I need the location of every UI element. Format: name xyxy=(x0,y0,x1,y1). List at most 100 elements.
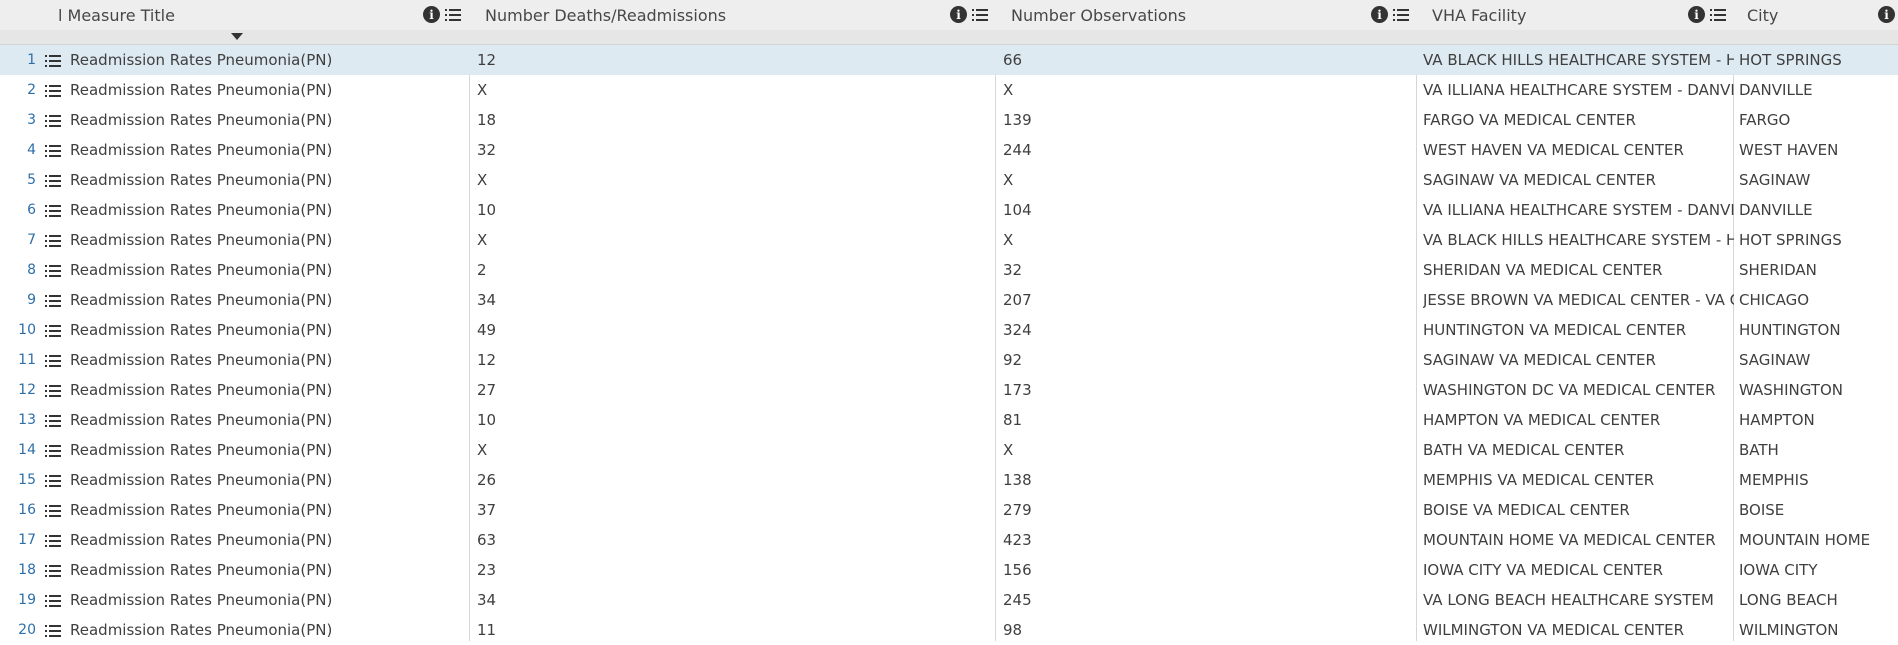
facility-cell: HAMPTON VA MEDICAL CENTER xyxy=(1423,411,1661,429)
column-header-icons: i xyxy=(950,6,988,23)
table-row[interactable]: 18 Readmission Rates Pneumonia(PN) 23 156 IO… xyxy=(0,555,1898,585)
table-row[interactable]: 1 Readmission Rates Pneumonia(PN) 12 66 VA B… xyxy=(0,45,1898,75)
row-number: 11 xyxy=(18,352,36,368)
city-cell: SAGINAW xyxy=(1739,351,1811,369)
table-row[interactable]: 8 Readmission Rates Pneumonia(PN) 2 32 SHERI… xyxy=(0,255,1898,285)
column-header-measure-title[interactable]: l Measure Title xyxy=(58,0,463,30)
table-row[interactable]: 7 Readmission Rates Pneumonia(PN) X X VA BLA… xyxy=(0,225,1898,255)
facility-cell: SHERIDAN VA MEDICAL CENTER xyxy=(1423,261,1663,279)
row-number: 1 xyxy=(27,52,36,68)
measure-title-cell: Readmission Rates Pneumonia(PN) xyxy=(70,531,333,549)
sort-descending-icon[interactable] xyxy=(231,33,243,40)
row-details-icon[interactable] xyxy=(45,144,61,157)
facility-cell: MOUNTAIN HOME VA MEDICAL CENTER xyxy=(1423,531,1716,549)
table-row[interactable]: 16 Readmission Rates Pneumonia(PN) 37 279 BO… xyxy=(0,495,1898,525)
deaths-cell: 32 xyxy=(477,141,497,159)
row-details-icon[interactable] xyxy=(45,474,61,487)
row-details-icon[interactable] xyxy=(45,414,61,427)
table-row[interactable]: 6 Readmission Rates Pneumonia(PN) 10 104 VA … xyxy=(0,195,1898,225)
row-details-icon[interactable] xyxy=(45,114,61,127)
row-details-icon[interactable] xyxy=(45,384,61,397)
row-details-icon[interactable] xyxy=(45,504,61,517)
column-header-deaths[interactable]: Number Deaths/Readmissions xyxy=(485,0,955,30)
city-cell: HOT SPRINGS xyxy=(1739,51,1842,69)
table-row[interactable]: 11 Readmission Rates Pneumonia(PN) 12 92 SAG… xyxy=(0,345,1898,375)
column-header-observations[interactable]: Number Observations xyxy=(1011,0,1361,30)
row-details-icon[interactable] xyxy=(45,564,61,577)
city-cell: MOUNTAIN HOME xyxy=(1739,531,1871,549)
row-details-icon[interactable] xyxy=(45,444,61,457)
observations-cell: 104 xyxy=(1003,201,1032,219)
table-row[interactable]: 2 Readmission Rates Pneumonia(PN) X X VA ILL… xyxy=(0,75,1898,105)
table-row[interactable]: 14 Readmission Rates Pneumonia(PN) X X BATH … xyxy=(0,435,1898,465)
deaths-cell: 18 xyxy=(477,111,497,129)
column-header-facility[interactable]: VHA Facility xyxy=(1432,0,1682,30)
column-header-label: VHA Facility xyxy=(1432,5,1527,25)
observations-cell: 279 xyxy=(1003,501,1032,519)
table-row[interactable]: 3 Readmission Rates Pneumonia(PN) 18 139 FAR… xyxy=(0,105,1898,135)
deaths-cell: 10 xyxy=(477,201,497,219)
measure-title-cell: Readmission Rates Pneumonia(PN) xyxy=(70,261,333,279)
info-icon[interactable]: i xyxy=(1878,6,1895,23)
observations-cell: 324 xyxy=(1003,321,1032,339)
deaths-cell: 12 xyxy=(477,51,497,69)
row-details-icon[interactable] xyxy=(45,534,61,547)
table-row[interactable]: 17 Readmission Rates Pneumonia(PN) 63 423 MO… xyxy=(0,525,1898,555)
row-details-icon[interactable] xyxy=(45,624,61,637)
city-cell: WEST HAVEN xyxy=(1739,141,1839,159)
facility-cell: VA ILLIANA HEALTHCARE SYSTEM - DANVILLE xyxy=(1423,201,1734,219)
column-menu-icon[interactable] xyxy=(445,8,461,22)
observations-cell: 173 xyxy=(1003,381,1032,399)
row-details-icon[interactable] xyxy=(45,294,61,307)
row-details-icon[interactable] xyxy=(45,234,61,247)
row-number: 18 xyxy=(18,562,36,578)
row-details-icon[interactable] xyxy=(45,354,61,367)
city-cell: IOWA CITY xyxy=(1739,561,1818,579)
row-details-icon[interactable] xyxy=(45,174,61,187)
info-icon[interactable]: i xyxy=(950,6,967,23)
measure-title-cell: Readmission Rates Pneumonia(PN) xyxy=(70,591,333,609)
measure-title-cell: Readmission Rates Pneumonia(PN) xyxy=(70,561,333,579)
deaths-cell: 23 xyxy=(477,561,497,579)
table-row[interactable]: 5 Readmission Rates Pneumonia(PN) X X SAGINA… xyxy=(0,165,1898,195)
row-details-icon[interactable] xyxy=(45,594,61,607)
table-row[interactable]: 19 Readmission Rates Pneumonia(PN) 34 245 VA… xyxy=(0,585,1898,615)
info-icon[interactable]: i xyxy=(1688,6,1705,23)
table-row[interactable]: 9 Readmission Rates Pneumonia(PN) 34 207 JES… xyxy=(0,285,1898,315)
facility-cell: SAGINAW VA MEDICAL CENTER xyxy=(1423,351,1656,369)
column-menu-icon[interactable] xyxy=(1393,8,1409,22)
city-cell: HUNTINGTON xyxy=(1739,321,1841,339)
observations-cell: X xyxy=(1003,231,1014,249)
measure-title-cell: Readmission Rates Pneumonia(PN) xyxy=(70,171,333,189)
info-icon[interactable]: i xyxy=(423,6,440,23)
row-details-icon[interactable] xyxy=(45,204,61,217)
city-cell: CHICAGO xyxy=(1739,291,1810,309)
city-cell: LONG BEACH xyxy=(1739,591,1838,609)
facility-cell: IOWA CITY VA MEDICAL CENTER xyxy=(1423,561,1664,579)
row-details-icon[interactable] xyxy=(45,324,61,337)
measure-title-cell: Readmission Rates Pneumonia(PN) xyxy=(70,441,333,459)
row-number: 13 xyxy=(18,412,36,428)
deaths-cell: 10 xyxy=(477,411,497,429)
table-row[interactable]: 4 Readmission Rates Pneumonia(PN) 32 244 WES… xyxy=(0,135,1898,165)
deaths-cell: X xyxy=(477,171,488,189)
facility-cell: WASHINGTON DC VA MEDICAL CENTER xyxy=(1423,381,1716,399)
row-details-icon[interactable] xyxy=(45,54,61,67)
column-menu-icon[interactable] xyxy=(972,8,988,22)
table-row[interactable]: 12 Readmission Rates Pneumonia(PN) 27 173 WA… xyxy=(0,375,1898,405)
column-header-city[interactable]: City xyxy=(1747,0,1867,30)
grid-header: l Measure Title i Number Deaths/Readmiss… xyxy=(0,0,1898,31)
table-row[interactable]: 13 Readmission Rates Pneumonia(PN) 10 81 HAM… xyxy=(0,405,1898,435)
row-number: 6 xyxy=(27,202,36,218)
measure-title-cell: Readmission Rates Pneumonia(PN) xyxy=(70,51,333,69)
column-header-icons: i xyxy=(1371,6,1409,23)
table-row[interactable]: 10 Readmission Rates Pneumonia(PN) 49 324 HU… xyxy=(0,315,1898,345)
column-menu-icon[interactable] xyxy=(1710,8,1726,22)
observations-cell: X xyxy=(1003,171,1014,189)
observations-cell: 66 xyxy=(1003,51,1023,69)
table-row[interactable]: 15 Readmission Rates Pneumonia(PN) 26 138 ME… xyxy=(0,465,1898,495)
city-cell: HOT SPRINGS xyxy=(1739,231,1842,249)
row-details-icon[interactable] xyxy=(45,264,61,277)
info-icon[interactable]: i xyxy=(1371,6,1388,23)
row-details-icon[interactable] xyxy=(45,84,61,97)
